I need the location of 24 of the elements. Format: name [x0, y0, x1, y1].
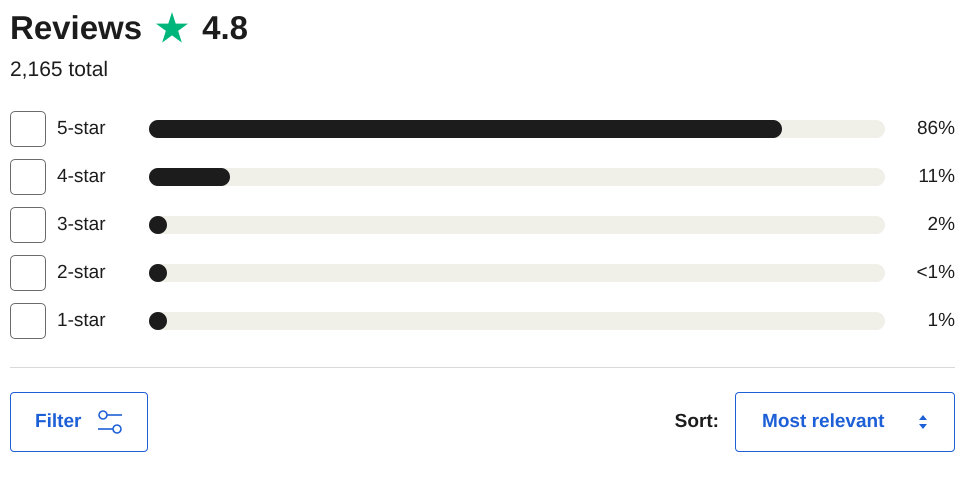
percent-label: 2%	[926, 212, 955, 237]
percent-label: 1%	[926, 308, 955, 333]
star-label: 3-star	[57, 212, 107, 237]
sort-dropdown[interactable]: Most relevant	[735, 392, 955, 452]
checkbox[interactable]	[10, 159, 46, 196]
star-label: 5-star	[57, 116, 107, 141]
star-label: 4-star	[57, 164, 107, 189]
filter-button[interactable]: Filter	[10, 392, 148, 452]
checkbox[interactable]	[10, 207, 46, 244]
star-label: 2-star	[57, 260, 107, 285]
checkbox[interactable]	[10, 255, 46, 292]
rating-value: 4.8	[202, 8, 248, 48]
checkbox[interactable]	[10, 303, 46, 340]
star-icon	[156, 12, 188, 44]
checkbox[interactable]	[10, 111, 46, 148]
total-count: 2,165 total	[10, 56, 110, 83]
percent-label: <1%	[915, 260, 955, 285]
percent-label: 11%	[917, 164, 955, 189]
star-label: 1-star	[57, 308, 107, 333]
percent-label: 86%	[916, 116, 955, 141]
sort-caret-icon	[918, 414, 928, 430]
sliders-icon	[97, 409, 124, 436]
sort-label: Sort:	[674, 410, 719, 434]
page-title: Reviews	[10, 8, 142, 48]
